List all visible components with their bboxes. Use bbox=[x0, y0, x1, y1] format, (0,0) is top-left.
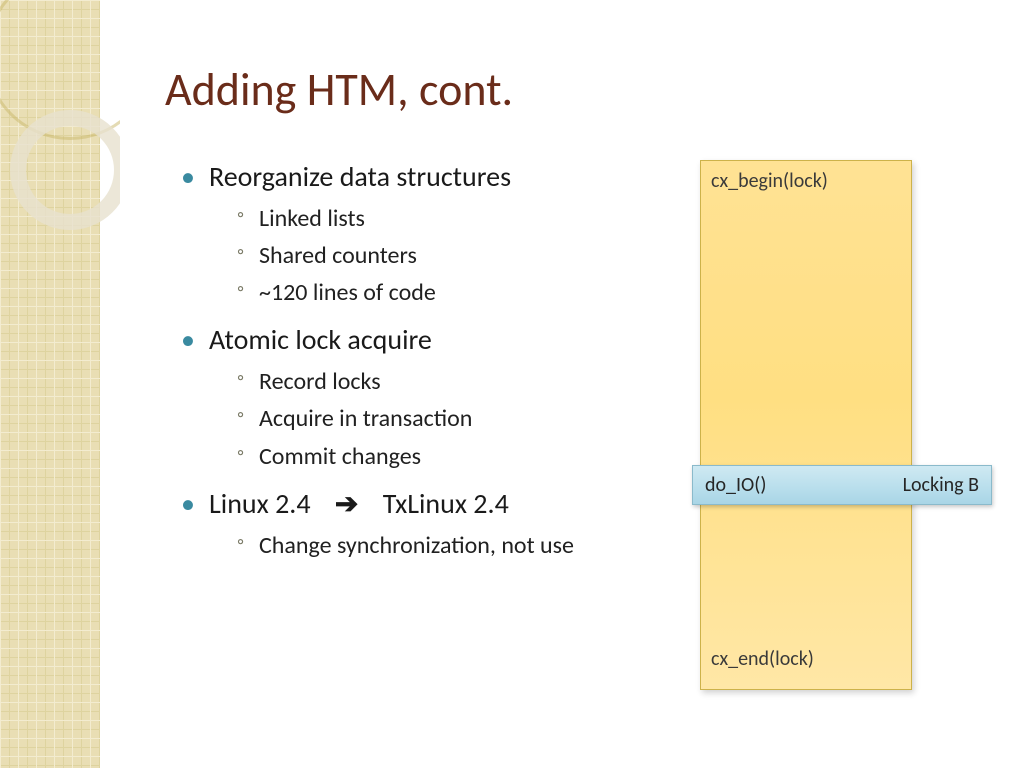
slide-title: Adding HTM, cont. bbox=[165, 62, 513, 118]
bullet-3-pre: Linux 2.4 bbox=[209, 486, 311, 521]
bullet-1: Reorganize data structures Linked lists … bbox=[175, 158, 635, 311]
bullet-3: Linux 2.4 ➔ TxLinux 2.4 Change synchroni… bbox=[175, 485, 635, 564]
bullet-1-sub-2: Shared counters bbox=[237, 237, 635, 274]
io-bar-right: Locking B bbox=[903, 473, 979, 497]
bullet-3-post: TxLinux 2.4 bbox=[373, 486, 509, 521]
bullet-2: Atomic lock acquire Record locks Acquire… bbox=[175, 321, 635, 474]
bullet-1-sub-3: ~120 lines of code bbox=[237, 274, 635, 311]
bullet-2-sub-3: Commit changes bbox=[237, 438, 635, 475]
bullet-1-head: Reorganize data structures bbox=[175, 158, 635, 196]
bullet-2-head: Atomic lock acquire bbox=[175, 321, 635, 359]
transaction-box: cx_begin(lock) cx_end(lock) bbox=[700, 160, 912, 690]
bullet-1-sub-1: Linked lists bbox=[237, 200, 635, 237]
box-end-label: cx_end(lock) bbox=[711, 647, 814, 671]
ring-inner-icon bbox=[10, 110, 120, 230]
bullet-content: Reorganize data structures Linked lists … bbox=[175, 158, 635, 574]
io-bar-left: do_IO() bbox=[705, 473, 766, 497]
bullet-2-sub-1: Record locks bbox=[237, 363, 635, 400]
decorative-sidebar bbox=[0, 0, 120, 768]
bullet-2-sub-2: Acquire in transaction bbox=[237, 400, 635, 437]
io-bar: do_IO() Locking B bbox=[692, 465, 992, 505]
box-begin-label: cx_begin(lock) bbox=[711, 169, 828, 193]
bullet-3-head: Linux 2.4 ➔ TxLinux 2.4 bbox=[175, 485, 635, 523]
bullet-3-sub-1: Change synchronization, not use bbox=[237, 527, 635, 564]
arrow-right-icon: ➔ bbox=[317, 486, 366, 521]
